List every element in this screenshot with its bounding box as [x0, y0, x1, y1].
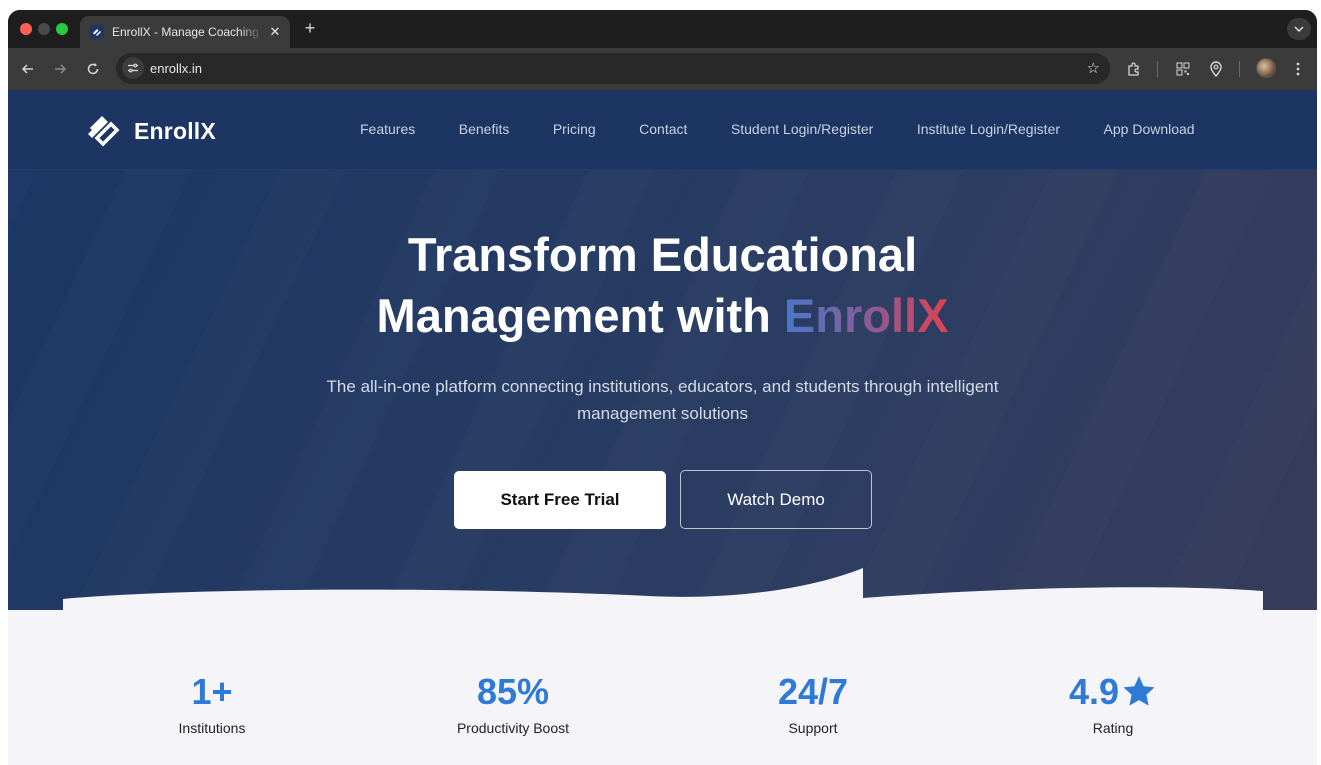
browser-toolbar: enrollx.in ☆ [8, 48, 1317, 90]
stat-support: 24/7 Support [663, 670, 963, 736]
tab-title: EnrollX - Manage Coaching In [112, 25, 262, 39]
address-bar[interactable]: enrollx.in ☆ [116, 53, 1110, 84]
bookmark-star-icon[interactable]: ☆ [1087, 59, 1100, 77]
toolbar-divider [1239, 61, 1240, 77]
enrollx-logo-icon [88, 116, 120, 147]
site-logo[interactable]: EnrollX [86, 112, 216, 150]
stat-value: 85% [476, 671, 550, 712]
watch-demo-button[interactable]: Watch Demo [680, 470, 872, 529]
profile-avatar[interactable] [1256, 58, 1276, 78]
stats-row: 1+ Institutions 85% Productivity Boost 2… [8, 670, 1317, 750]
nav-links: Features Benefits Pricing Contact Studen… [360, 121, 1195, 137]
nav-features[interactable]: Features [360, 121, 415, 137]
maximize-window-button[interactable] [56, 23, 68, 35]
stat-label: Productivity Boost [456, 720, 570, 736]
hero-title-brand: EnrollX [783, 289, 949, 342]
nav-student-login[interactable]: Student Login/Register [731, 121, 873, 137]
nav-pricing[interactable]: Pricing [553, 121, 596, 137]
stat-label: Support [788, 720, 838, 736]
site-settings-icon[interactable] [122, 57, 144, 79]
stat-label: Institutions [178, 720, 246, 736]
hero-subtitle: The all-in-one platform connecting insti… [326, 377, 999, 423]
start-free-trial-button[interactable]: Start Free Trial [454, 471, 666, 529]
nav-app-download[interactable]: App Download [1104, 121, 1195, 137]
extensions-icon[interactable] [1124, 59, 1144, 79]
nav-contact[interactable]: Contact [639, 121, 687, 137]
stat-value: 24/7 [777, 671, 849, 712]
qr-code-icon[interactable] [1173, 59, 1193, 79]
forward-arrow-icon[interactable] [49, 58, 71, 80]
star-icon [1123, 676, 1155, 706]
stat-productivity: 85% Productivity Boost [363, 670, 663, 736]
hero-wave-divider [8, 568, 1317, 620]
stat-rating-value-wrap: 4.9 [1069, 670, 1157, 714]
stat-rating: 4.9 Rating [963, 670, 1263, 736]
enrollx-favicon-icon [90, 25, 104, 39]
tab-close-icon[interactable]: ✕ [268, 24, 282, 40]
url-text: enrollx.in [150, 61, 203, 76]
toolbar-divider [1157, 61, 1158, 77]
new-tab-button[interactable]: + [300, 18, 320, 39]
brand-name: EnrollX [134, 117, 216, 144]
hero-title: Transform Educational Management with En… [8, 224, 1317, 346]
back-arrow-icon[interactable] [17, 58, 39, 80]
browser-window: EnrollX - Manage Coaching In ✕ + enrollx… [8, 10, 1317, 765]
nav-benefits[interactable]: Benefits [459, 121, 510, 137]
hero-title-line1: Transform Educational [407, 228, 918, 281]
location-pin-icon[interactable] [1206, 59, 1226, 79]
stat-institutions: 1+ Institutions [62, 670, 362, 736]
reload-icon[interactable] [82, 58, 104, 80]
minimize-window-button[interactable] [38, 23, 50, 35]
stat-label: Rating [1092, 720, 1134, 736]
browser-tab[interactable]: EnrollX - Manage Coaching In ✕ [80, 16, 290, 48]
menu-kebab-icon[interactable] [1288, 59, 1308, 79]
tab-strip: EnrollX - Manage Coaching In ✕ + [8, 10, 1317, 48]
hero-title-line2: Management with EnrollX [8, 285, 1317, 346]
web-page: EnrollX Features Benefits Pricing Contac… [8, 90, 1317, 765]
stat-value: 1+ [191, 671, 233, 712]
hero-title-prefix: Management with [376, 289, 784, 342]
tab-search-chevron-down-icon[interactable] [1287, 18, 1311, 40]
stat-value: 4.9 [1068, 671, 1120, 712]
close-window-button[interactable] [20, 23, 32, 35]
nav-institute-login[interactable]: Institute Login/Register [917, 121, 1060, 137]
site-navbar: EnrollX Features Benefits Pricing Contac… [8, 90, 1317, 170]
